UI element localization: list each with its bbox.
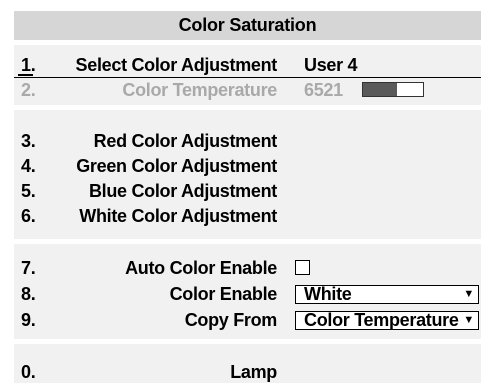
menu-item-number: 5. [21, 181, 36, 201]
menu-item-label: Color Enable [169, 284, 278, 304]
color-temperature-slider [362, 82, 424, 97]
menu-item-label: Blue Color Adjustment [88, 181, 277, 201]
menu-item-label: White Color Adjustment [79, 206, 277, 226]
menu-item-number: 3. [21, 131, 36, 151]
menu-group-selection: 1. Select Color Adjustment User 4 2. Col… [14, 45, 481, 105]
auto-color-enable-checkbox[interactable] [295, 260, 310, 275]
menu-item-auto-color-enable[interactable]: 7. Auto Color Enable [14, 256, 481, 280]
menu-item-number: 2. [21, 80, 36, 100]
window-title: Color Saturation [14, 11, 481, 40]
chevron-down-icon: ▼ [463, 288, 474, 300]
menu-item-select-color-adjustment[interactable]: 1. Select Color Adjustment User 4 [14, 53, 481, 77]
menu-item-number: 9. [21, 310, 36, 330]
dropdown-selected-value: White [304, 284, 352, 304]
menu-item-blue-color-adjustment[interactable]: 5. Blue Color Adjustment [14, 179, 481, 203]
menu-item-value: User 4 [304, 55, 358, 75]
menu-item-red-color-adjustment[interactable]: 3. Red Color Adjustment [14, 129, 481, 153]
copy-from-dropdown[interactable]: Color Temperature ▼ [295, 311, 479, 330]
menu-item-copy-from[interactable]: 9. Copy From Color Temperature ▼ [14, 308, 481, 332]
menu-item-label: Lamp [230, 362, 277, 382]
menu-item-label: Copy From [184, 310, 278, 330]
chevron-down-icon: ▼ [463, 314, 474, 326]
dropdown-selected-value: Color Temperature [304, 310, 459, 330]
menu-item-white-color-adjustment[interactable]: 6. White Color Adjustment [14, 204, 481, 228]
menu-item-label: Select Color Adjustment [75, 55, 278, 75]
menu-item-label: Auto Color Enable [125, 258, 277, 278]
menu-item-green-color-adjustment[interactable]: 4. Green Color Adjustment [14, 154, 481, 178]
menu-item-value: 6521 [304, 80, 343, 100]
menu-item-color-temperature: 2. Color Temperature 6521 [14, 78, 481, 102]
menu-item-label: Red Color Adjustment [93, 131, 278, 151]
menu-group-lamp: 0. Lamp [14, 344, 481, 383]
menu-item-number: 7. [21, 258, 36, 278]
slider-fill [363, 83, 397, 96]
menu-item-label: Color Temperature [122, 80, 277, 100]
menu-item-number: 6. [21, 206, 36, 226]
menu-item-color-enable[interactable]: 8. Color Enable White ▼ [14, 282, 481, 306]
menu-item-number: 4. [21, 156, 36, 176]
color-enable-dropdown[interactable]: White ▼ [295, 285, 479, 304]
menu-item-lamp[interactable]: 0. Lamp [14, 360, 481, 384]
selected-item-underline [18, 74, 33, 76]
menu-item-number: 8. [21, 284, 36, 304]
menu-group-color-adjustments: 3. Red Color Adjustment 4. Green Color A… [14, 110, 481, 239]
menu-item-label: Green Color Adjustment [76, 156, 277, 176]
menu-item-number: 0. [21, 362, 36, 382]
menu-group-color-options: 7. Auto Color Enable 8. Color Enable Whi… [14, 244, 481, 339]
